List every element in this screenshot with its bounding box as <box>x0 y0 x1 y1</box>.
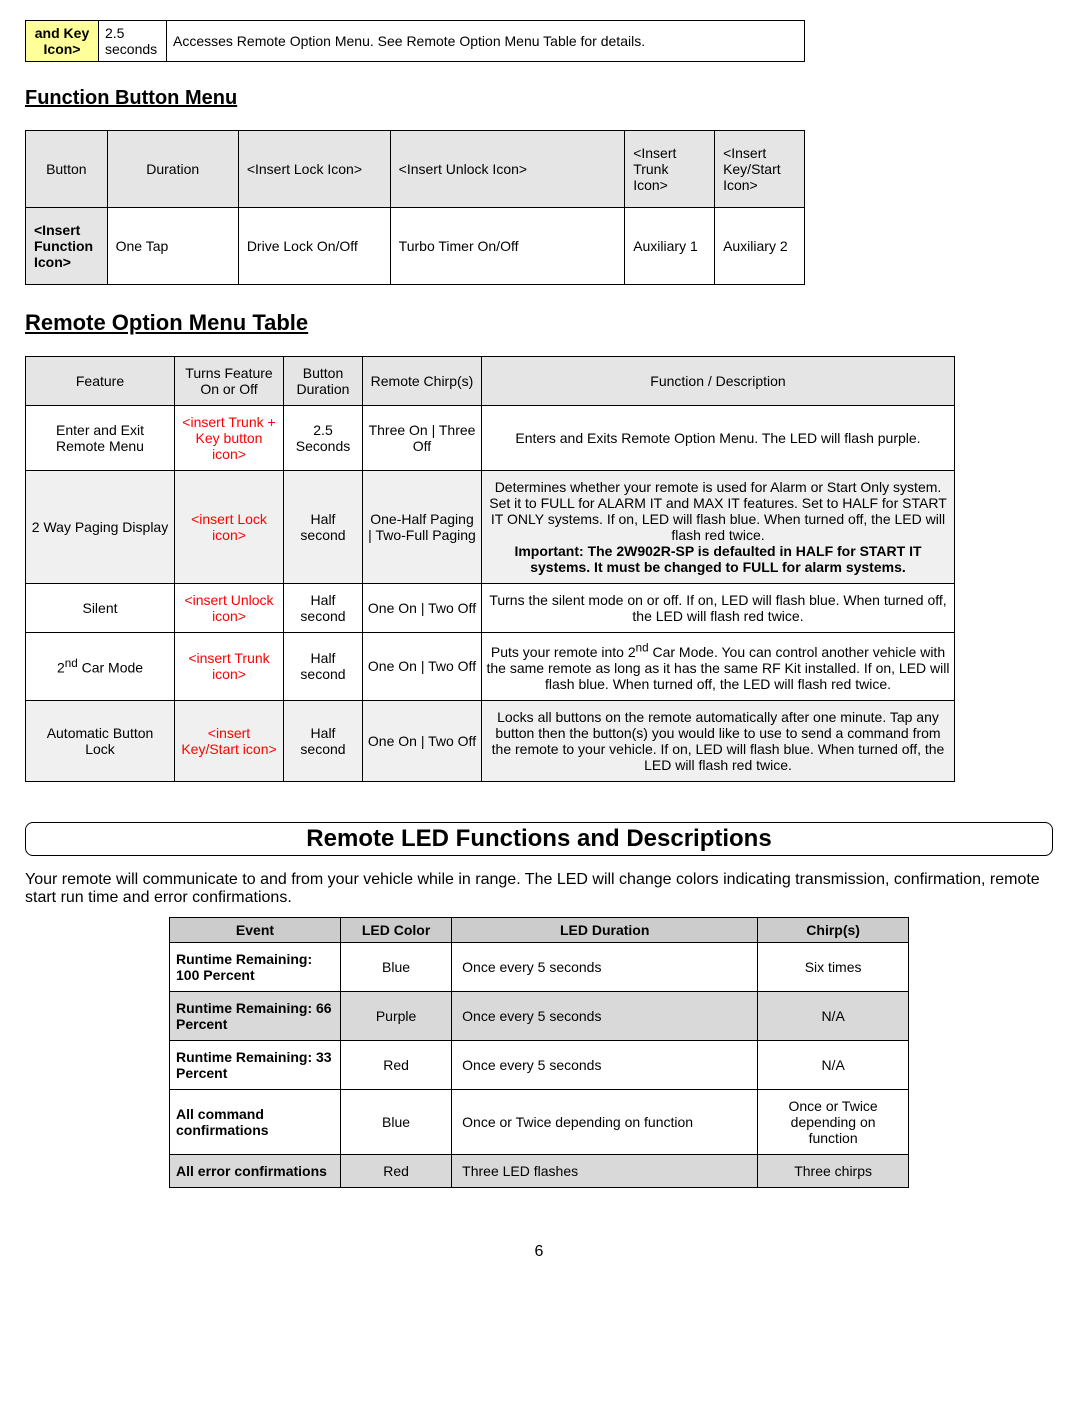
rom-chirps: One-Half Paging | Two-Full Paging <box>363 471 482 584</box>
rom-icon-cell: <insert Unlock icon> <box>175 584 284 633</box>
rom-icon-cell: <insert Lock icon> <box>175 471 284 584</box>
remote-option-menu-heading: Remote Option Menu Table <box>25 310 1053 336</box>
led-chirps: Six times <box>758 942 909 991</box>
led-duration: Three LED flashes <box>452 1154 758 1187</box>
rom-row: Enter and Exit Remote Menu<insert Trunk … <box>26 406 955 471</box>
rom-feature: Silent <box>26 584 175 633</box>
rom-chirps: One On | Two Off <box>363 633 482 701</box>
top-desc-cell: Accesses Remote Option Menu. See Remote … <box>167 21 805 62</box>
led-chirps: N/A <box>758 991 909 1040</box>
led-h-chirps: Chirp(s) <box>758 917 909 942</box>
rom-h-desc: Function / Description <box>482 357 955 406</box>
fbm-row-icon: <Insert Function Icon> <box>26 208 108 285</box>
led-banner: Remote LED Functions and Descriptions <box>25 822 1053 856</box>
rom-chirps: Three On | Three Off <box>363 406 482 471</box>
rom-duration: Half second <box>284 584 363 633</box>
rom-h-feature: Feature <box>26 357 175 406</box>
fbm-row-lock: Drive Lock On/Off <box>238 208 390 285</box>
top-row-table: and Key Icon> 2.5 seconds Accesses Remot… <box>25 20 805 62</box>
led-row: Runtime Remaining: 100 PercentBlueOnce e… <box>170 942 909 991</box>
rom-duration: Half second <box>284 700 363 781</box>
fbm-row-duration: One Tap <box>107 208 238 285</box>
rom-chirps: One On | Two Off <box>363 584 482 633</box>
fbm-header-trunk: <Insert Trunk Icon> <box>625 131 715 208</box>
led-intro: Your remote will communicate to and from… <box>25 871 1053 907</box>
rom-desc: Turns the silent mode on or off. If on, … <box>482 584 955 633</box>
led-chirps: N/A <box>758 1040 909 1089</box>
fbm-header-key: <Insert Key/Start Icon> <box>715 131 805 208</box>
rom-feature: 2 Way Paging Display <box>26 471 175 584</box>
rom-duration: 2.5 Seconds <box>284 406 363 471</box>
led-event: Runtime Remaining: 66 Percent <box>170 991 341 1040</box>
fbm-header-lock: <Insert Lock Icon> <box>238 131 390 208</box>
led-color: Purple <box>340 991 451 1040</box>
top-icon-cell: and Key Icon> <box>26 21 99 62</box>
fbm-row-trunk: Auxiliary 1 <box>625 208 715 285</box>
rom-row: Automatic Button Lock<insert Key/Start i… <box>26 700 955 781</box>
led-row: All command confirmationsBlueOnce or Twi… <box>170 1089 909 1154</box>
fbm-row-unlock: Turbo Timer On/Off <box>390 208 625 285</box>
fbm-row-key: Auxiliary 2 <box>715 208 805 285</box>
led-chirps: Once or Twice depending on function <box>758 1089 909 1154</box>
led-chirps: Three chirps <box>758 1154 909 1187</box>
led-h-event: Event <box>170 917 341 942</box>
top-duration-cell: 2.5 seconds <box>99 21 167 62</box>
remote-option-menu-table: Feature Turns Feature On or Off Button D… <box>25 356 955 782</box>
function-button-menu-heading: Function Button Menu <box>25 87 1053 110</box>
led-color: Red <box>340 1040 451 1089</box>
rom-desc: Determines whether your remote is used f… <box>482 471 955 584</box>
rom-feature: 2nd Car Mode <box>26 633 175 701</box>
led-duration: Once every 5 seconds <box>452 1040 758 1089</box>
rom-row: 2 Way Paging Display<insert Lock icon>Ha… <box>26 471 955 584</box>
led-event: Runtime Remaining: 100 Percent <box>170 942 341 991</box>
fbm-header-unlock: <Insert Unlock Icon> <box>390 131 625 208</box>
rom-h-chirps: Remote Chirp(s) <box>363 357 482 406</box>
led-color: Blue <box>340 942 451 991</box>
rom-h-duration: Button Duration <box>284 357 363 406</box>
rom-feature: Enter and Exit Remote Menu <box>26 406 175 471</box>
rom-icon-cell: <insert Trunk icon> <box>175 633 284 701</box>
rom-icon-cell: <insert Trunk + Key button icon> <box>175 406 284 471</box>
rom-desc: Puts your remote into 2nd Car Mode. You … <box>482 633 955 701</box>
led-table: Event LED Color LED Duration Chirp(s) Ru… <box>169 917 909 1188</box>
led-row: Runtime Remaining: 66 PercentPurpleOnce … <box>170 991 909 1040</box>
fbm-header-button: Button <box>26 131 108 208</box>
led-h-duration: LED Duration <box>452 917 758 942</box>
fbm-header-duration: Duration <box>107 131 238 208</box>
rom-feature: Automatic Button Lock <box>26 700 175 781</box>
rom-chirps: One On | Two Off <box>363 700 482 781</box>
led-row: Runtime Remaining: 33 PercentRedOnce eve… <box>170 1040 909 1089</box>
led-duration: Once every 5 seconds <box>452 991 758 1040</box>
led-event: All command confirmations <box>170 1089 341 1154</box>
led-color: Red <box>340 1154 451 1187</box>
rom-row: Silent<insert Unlock icon>Half secondOne… <box>26 584 955 633</box>
rom-desc: Locks all buttons on the remote automati… <box>482 700 955 781</box>
led-color: Blue <box>340 1089 451 1154</box>
led-event: Runtime Remaining: 33 Percent <box>170 1040 341 1089</box>
rom-icon-cell: <insert Key/Start icon> <box>175 700 284 781</box>
led-row: All error confirmationsRedThree LED flas… <box>170 1154 909 1187</box>
rom-duration: Half second <box>284 633 363 701</box>
page-number: 6 <box>25 1243 1053 1261</box>
rom-h-toggle: Turns Feature On or Off <box>175 357 284 406</box>
function-button-menu-table: Button Duration <Insert Lock Icon> <Inse… <box>25 130 805 285</box>
rom-row: 2nd Car Mode<insert Trunk icon>Half seco… <box>26 633 955 701</box>
led-h-color: LED Color <box>340 917 451 942</box>
led-duration: Once or Twice depending on function <box>452 1089 758 1154</box>
led-duration: Once every 5 seconds <box>452 942 758 991</box>
rom-duration: Half second <box>284 471 363 584</box>
led-event: All error confirmations <box>170 1154 341 1187</box>
rom-desc: Enters and Exits Remote Option Menu. The… <box>482 406 955 471</box>
